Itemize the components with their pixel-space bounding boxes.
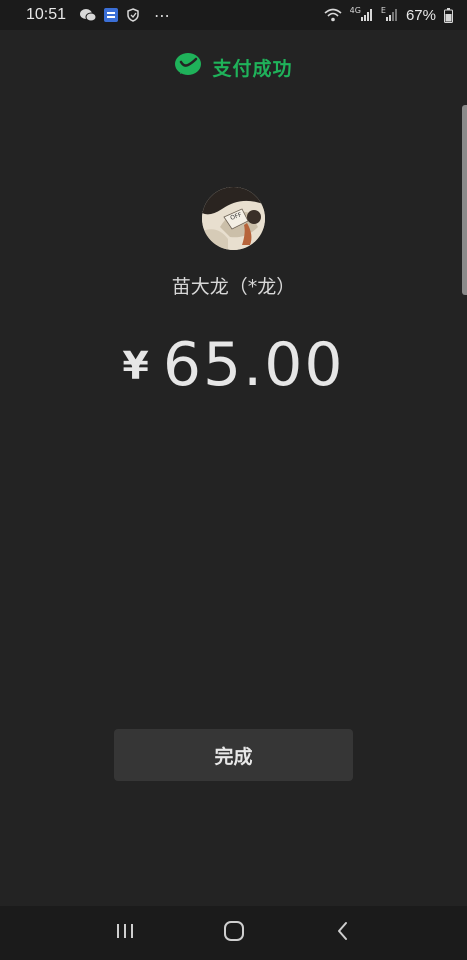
back-icon xyxy=(335,920,351,946)
payment-success-screen: 10:51 ⋯ 4G E 67% 支付成功 OFF 苗大龙（*龙） ¥ 65.0… xyxy=(0,0,467,960)
recent-apps-button[interactable] xyxy=(105,913,145,953)
payment-amount: ¥ 65.00 xyxy=(0,330,467,400)
amount-value: 65.00 xyxy=(162,330,345,400)
wechat-notification-icon xyxy=(80,8,97,22)
edge-panel-handle[interactable] xyxy=(462,105,467,295)
home-icon xyxy=(223,920,245,946)
navigation-bar xyxy=(0,906,467,960)
app-notification-icon xyxy=(104,8,119,22)
signal-4g-icon: 4G xyxy=(349,5,373,21)
signal-e-icon: E xyxy=(380,5,398,21)
shield-icon xyxy=(126,8,140,22)
payee-avatar: OFF xyxy=(202,187,265,250)
battery-percent: 67% xyxy=(405,6,436,24)
recent-apps-icon xyxy=(115,922,135,944)
success-title: 支付成功 xyxy=(212,57,293,80)
network-label-e: E xyxy=(380,5,386,15)
home-button[interactable] xyxy=(214,913,254,953)
wechat-pay-icon xyxy=(174,52,202,82)
battery-icon xyxy=(444,7,453,23)
more-icon: ⋯ xyxy=(154,5,171,25)
wifi-icon xyxy=(324,8,342,22)
status-time: 10:51 xyxy=(26,6,67,23)
status-bar-left: 10:51 ⋯ xyxy=(26,6,170,25)
payee-name: 苗大龙（*龙） xyxy=(171,276,296,298)
status-bar-right: 4G E 67% xyxy=(324,5,453,24)
payment-success-header: 支付成功 xyxy=(0,52,467,82)
status-bar: 10:51 ⋯ 4G E 67% xyxy=(0,0,467,30)
done-button[interactable]: 完成 xyxy=(114,729,353,781)
currency-symbol: ¥ xyxy=(122,344,149,388)
back-button[interactable] xyxy=(323,913,363,953)
network-label-4g: 4G xyxy=(349,5,361,15)
